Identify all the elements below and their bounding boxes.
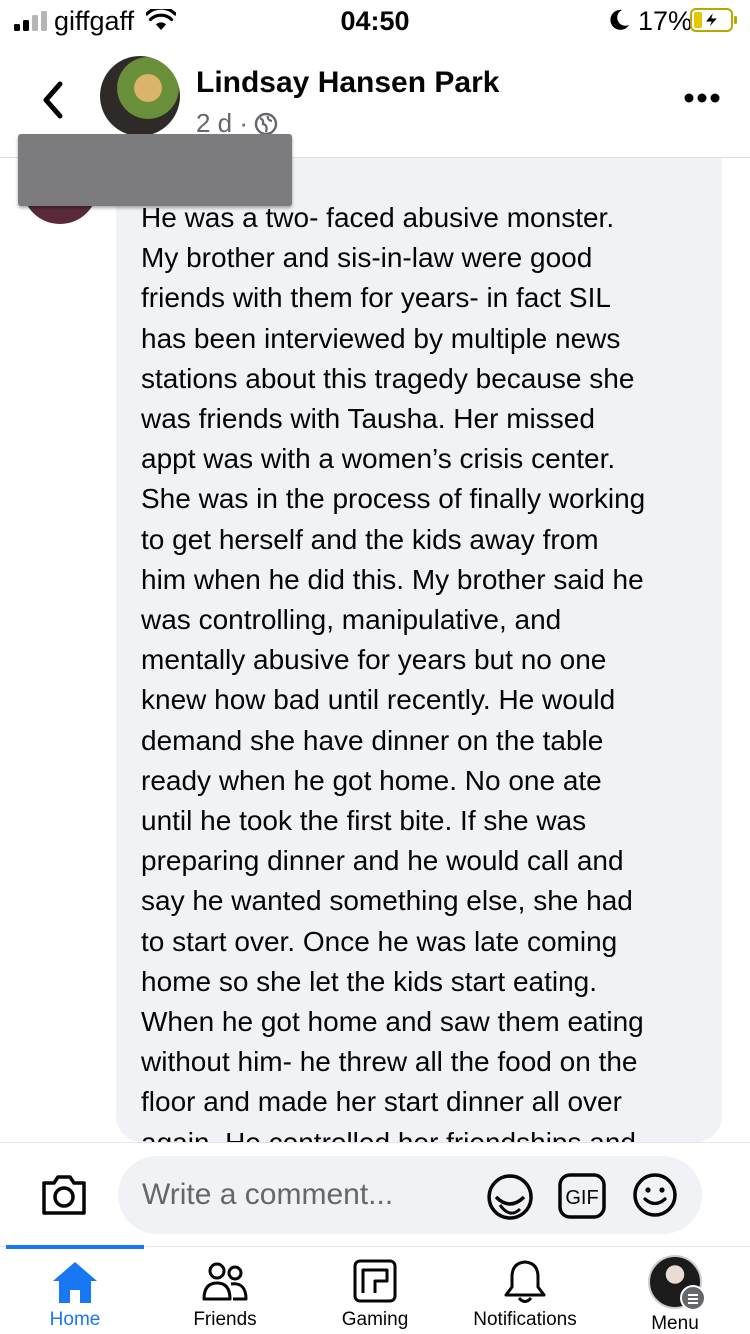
comment-line: She was in the process of finally workin… xyxy=(141,483,646,515)
globe-icon xyxy=(254,112,278,135)
comment-line: him when he did this. My brother said he xyxy=(141,563,644,595)
comment-line: was friends with Tausha. Her missed xyxy=(141,403,595,435)
bell-icon xyxy=(504,1260,546,1303)
comment-line: home so she let the kids start eating. xyxy=(141,965,598,997)
comment-line: knew how bad until recently. He would xyxy=(141,684,616,716)
profile-avatar xyxy=(648,1255,706,1311)
comment-line: appt was with a women’s crisis center. xyxy=(141,443,616,475)
poster-name[interactable]: Lindsay Hansen Park xyxy=(196,66,499,100)
comment-line: My brother and sis-in-law were good xyxy=(141,242,593,274)
comment-line: ready when he got home. No one ate xyxy=(141,764,602,796)
menu-lines-icon xyxy=(680,1285,706,1311)
comment-line: say he wanted something else, she had xyxy=(141,885,633,917)
nav-notifications[interactable]: Notifications xyxy=(450,1247,600,1334)
camera-icon[interactable] xyxy=(40,1173,88,1217)
nav-notifications-label: Notifications xyxy=(473,1309,577,1330)
home-icon xyxy=(53,1262,97,1303)
comment-bubble: He was a two- faced abusive monster. My b… xyxy=(116,158,722,1142)
svg-text:GIF: GIF xyxy=(565,1187,598,1209)
bottom-navigation: Home Friends Gaming Notifications Menu xyxy=(0,1245,750,1334)
nav-home-label: Home xyxy=(49,1309,101,1330)
gaming-icon xyxy=(353,1259,397,1303)
battery-charging-icon xyxy=(690,8,737,32)
more-dots-icon[interactable] xyxy=(684,92,720,104)
comment-line: again. He controlled her friendships and xyxy=(141,1123,706,1142)
poster-avatar[interactable] xyxy=(100,56,180,136)
friends-icon xyxy=(202,1262,248,1301)
nav-menu-label: Menu xyxy=(651,1313,699,1334)
sticker-icon[interactable] xyxy=(486,1173,534,1221)
back-chevron-icon[interactable] xyxy=(38,80,68,120)
comment-line: When he got home and saw them eating xyxy=(141,1006,644,1038)
redacted-commenter-name xyxy=(18,134,292,206)
nav-gaming[interactable]: Gaming xyxy=(300,1247,450,1334)
comment-input[interactable] xyxy=(118,1156,702,1234)
comment-line: until he took the first bite. If she was xyxy=(141,805,587,837)
comment-line: stations about this tragedy because she xyxy=(141,362,635,394)
nav-menu[interactable]: Menu xyxy=(600,1247,750,1334)
comment-line: floor and made her start dinner all over xyxy=(141,1086,622,1118)
nav-home[interactable]: Home xyxy=(0,1247,150,1334)
comment-line: to get herself and the kids away from xyxy=(141,523,599,555)
comment-line: was controlling, manipulative, and xyxy=(141,604,562,636)
emoji-icon[interactable] xyxy=(632,1172,678,1218)
comment-line: to start over. Once he was late coming xyxy=(141,925,618,957)
battery-percent: 17% xyxy=(638,6,693,36)
nav-friends-label: Friends xyxy=(193,1309,257,1330)
comment-line: preparing dinner and he would call and xyxy=(141,845,624,877)
comment-line: has been interviewed by multiple news xyxy=(141,322,621,354)
comment-text: He was a two- faced abusive monster. My b… xyxy=(141,198,706,1142)
moon-icon xyxy=(610,9,629,30)
comment-line: without him- he threw all the food on th… xyxy=(141,1046,638,1078)
comment-line: friends with them for years- in fact SIL xyxy=(141,282,611,314)
gif-icon[interactable]: GIF xyxy=(558,1173,606,1219)
comment-line: demand she have dinner on the table xyxy=(141,724,604,756)
nav-friends[interactable]: Friends xyxy=(150,1247,300,1334)
comment-line: mentally abusive for years but no one xyxy=(141,644,607,676)
status-bar: giffgaff 04:50 17% xyxy=(0,0,750,42)
nav-gaming-label: Gaming xyxy=(341,1309,409,1330)
comment-composer: GIF xyxy=(0,1142,750,1246)
